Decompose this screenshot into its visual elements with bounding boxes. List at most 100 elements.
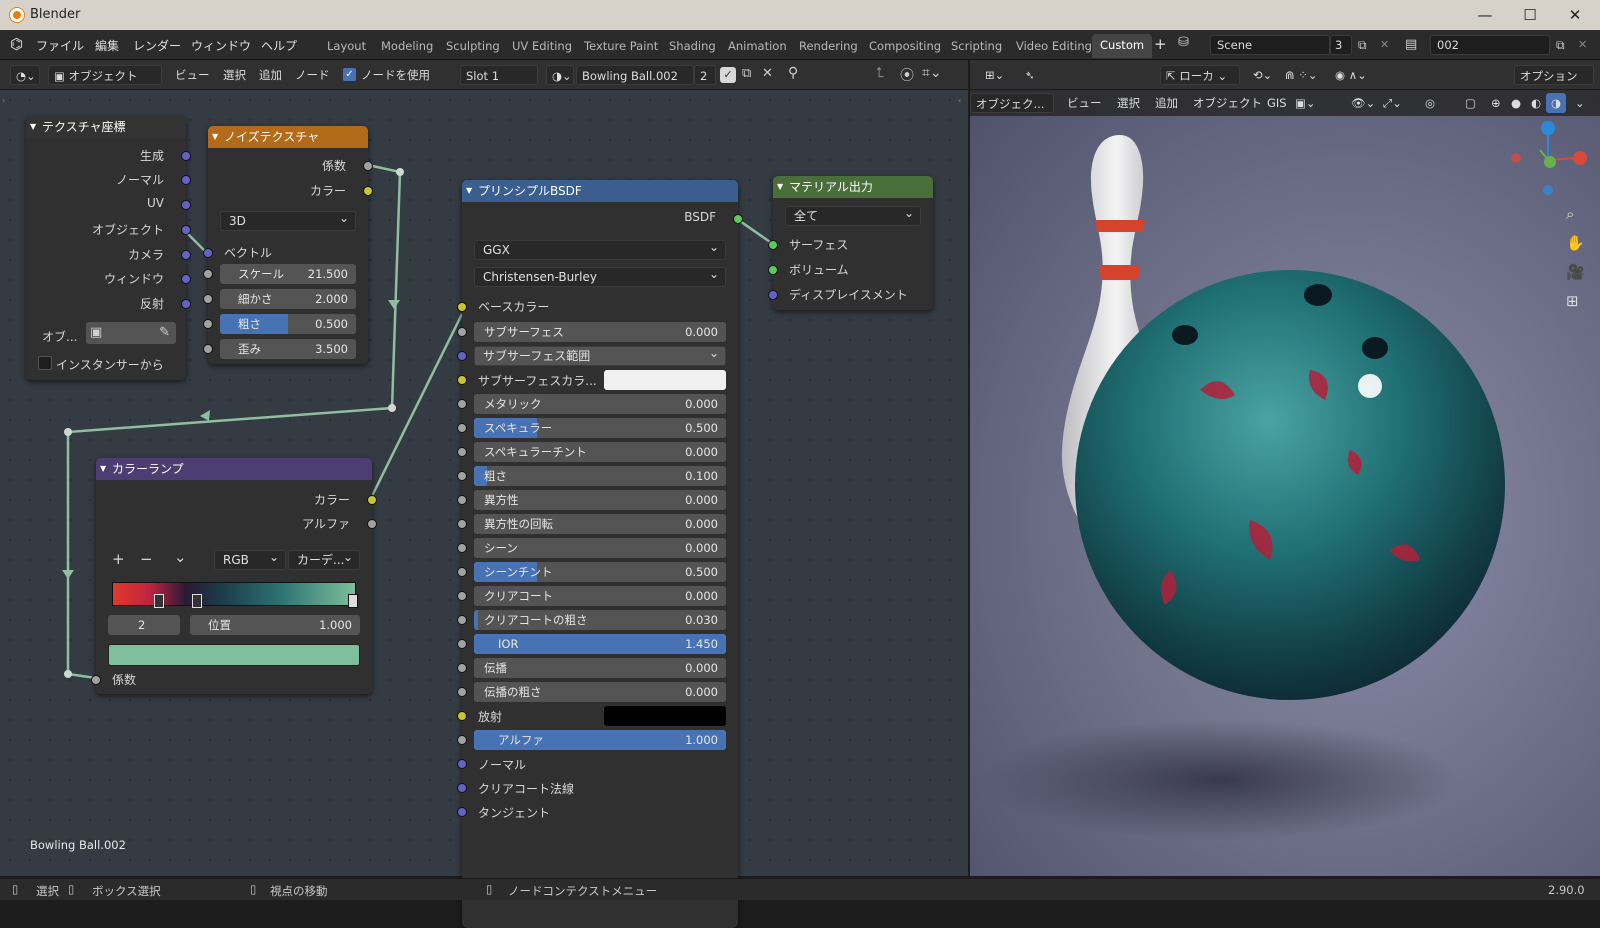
active-stop-index[interactable]: 2	[108, 615, 180, 635]
input-socket[interactable]	[457, 759, 467, 769]
node-material-output[interactable]: マテリアル出力 全て サーフェス ボリューム ディスプレイスメント	[768, 176, 933, 310]
bsdf-param-slider[interactable]: メタリック 0.000	[474, 394, 726, 414]
options-dropdown[interactable]: オプション	[1514, 65, 1594, 85]
input-socket[interactable]	[457, 447, 467, 457]
tab-layout[interactable]: Layout	[327, 39, 366, 53]
input-socket[interactable]	[457, 495, 467, 505]
pan-hand-icon[interactable]: ✋	[1566, 234, 1585, 252]
node-header[interactable]: マテリアル出力	[773, 176, 933, 198]
input-socket[interactable]	[457, 735, 467, 745]
add-stop-button[interactable]: +	[112, 550, 125, 568]
noise-param-slider[interactable]: スケール 21.500	[220, 264, 356, 284]
minimize-icon[interactable]: —	[1465, 4, 1505, 26]
output-socket[interactable]	[181, 250, 191, 260]
menu-render[interactable]: レンダー	[133, 37, 181, 54]
input-socket[interactable]	[457, 663, 467, 673]
menu-edit[interactable]: 編集	[95, 37, 119, 54]
use-nodes-checkbox[interactable]: ✓	[343, 68, 356, 81]
node-menu-node[interactable]: ノード	[290, 65, 335, 85]
snap-icon[interactable]: ⦿	[900, 65, 914, 85]
object-field[interactable]: ▣ ✎	[86, 322, 176, 344]
node-color-ramp[interactable]: カラーランプ カラー アルファ + − ⌄ RGB カーデ... 2 位置 1.0…	[91, 458, 377, 694]
output-socket[interactable]	[181, 274, 191, 284]
input-socket[interactable]	[203, 248, 213, 258]
delete-view-layer-icon[interactable]: ✕	[1578, 38, 1587, 51]
bsdf-param-slider[interactable]: サブサーフェス 0.000	[474, 322, 726, 342]
bsdf-param-slider[interactable]: スペキュラー 0.500	[474, 418, 726, 438]
subsurface-color-swatch[interactable]	[604, 370, 726, 390]
blender-menu-icon[interactable]: ⌬	[10, 35, 23, 53]
output-socket[interactable]	[733, 214, 743, 224]
input-socket[interactable]	[768, 265, 778, 275]
ortho-grid-icon[interactable]: ⊞	[1566, 292, 1579, 310]
bsdf-param-slider[interactable]: シーン 0.000	[474, 538, 726, 558]
solid-shading-icon[interactable]: ●	[1506, 93, 1526, 113]
bsdf-param-slider[interactable]: クリアコートの粗さ 0.030	[474, 610, 726, 630]
node-noise-texture[interactable]: ノイズテクスチャ 係数 カラー 3D ベクトル スケール 21.500 細かさ 2.0…	[203, 126, 373, 364]
pin-icon[interactable]: ⚲	[788, 65, 798, 81]
navigation-gizmo[interactable]	[1508, 120, 1588, 200]
bsdf-param-slider[interactable]: 粗さ 0.100	[474, 466, 726, 486]
node-principled-bsdf[interactable]: プリンシプルBSDF BSDF GGX Christensen-Burley ベ…	[457, 180, 743, 928]
slot-dropdown[interactable]: Slot 1	[460, 65, 538, 85]
alpha-slider[interactable]: アルファ 1.000	[474, 730, 726, 750]
input-socket[interactable]	[457, 519, 467, 529]
maximize-icon[interactable]: ☐	[1510, 4, 1550, 26]
proportional-edit-icon[interactable]: ◉ ∧⌄	[1330, 65, 1372, 85]
scene-icon[interactable]: ⛁	[1178, 35, 1189, 50]
node-menu-view[interactable]: ビュー	[170, 65, 215, 85]
emission-color-swatch[interactable]	[604, 706, 726, 726]
ramp-stop-handle[interactable]	[348, 594, 358, 608]
view-layer-field[interactable]: 002	[1430, 35, 1550, 55]
input-socket[interactable]	[457, 399, 467, 409]
editor-type-icon[interactable]: ◔⌄	[10, 65, 40, 85]
input-socket[interactable]	[457, 615, 467, 625]
toolbar-expand-icon[interactable]: ›	[2, 96, 5, 105]
pivot-icon[interactable]: ⟲⌄	[1248, 65, 1277, 85]
viewport-menu-gis[interactable]: GIS	[1262, 93, 1292, 113]
transform-orientation-dropdown[interactable]: ⇱ ローカ ⌄	[1160, 65, 1240, 85]
input-socket[interactable]	[457, 302, 467, 312]
select-tool-icon[interactable]: ➴	[1020, 65, 1040, 85]
input-socket[interactable]	[457, 711, 467, 721]
output-socket[interactable]	[367, 495, 377, 505]
ramp-menu-button[interactable]: ⌄	[174, 548, 187, 566]
shading-options-icon[interactable]: ⌄	[1570, 93, 1590, 113]
camera-view-icon[interactable]: 🎥	[1566, 263, 1585, 281]
input-socket[interactable]	[203, 269, 213, 279]
instancer-checkbox[interactable]	[38, 356, 52, 370]
wireframe-shading-icon[interactable]: ⊕	[1486, 93, 1506, 113]
gis-dropdown-icon[interactable]: ▣⌄	[1290, 93, 1321, 113]
sidebar-expand-icon[interactable]: ‹	[958, 96, 961, 105]
dimensions-dropdown[interactable]: 3D	[220, 209, 356, 231]
node-menu-select[interactable]: 選択	[218, 65, 251, 85]
color-ramp-gradient[interactable]	[112, 582, 356, 606]
input-socket[interactable]	[203, 319, 213, 329]
input-socket[interactable]	[768, 290, 778, 300]
input-socket[interactable]	[457, 591, 467, 601]
shader-type-dropdown[interactable]: ▣ オブジェクト	[48, 65, 162, 85]
node-editor-canvas[interactable]: テクスチャ座標 生成 ノーマル UV オブジェクト カメラ ウィンドウ 反射 オ…	[0, 90, 968, 928]
input-socket[interactable]	[457, 687, 467, 697]
output-socket[interactable]	[181, 225, 191, 235]
distribution-dropdown[interactable]: GGX	[474, 238, 726, 260]
duplicate-material-icon[interactable]: ⧉	[742, 66, 751, 81]
tab-sculpting[interactable]: Sculpting	[446, 39, 500, 53]
fake-user-shield-icon[interactable]: ✓	[720, 67, 736, 83]
parent-node-icon[interactable]: ⮤	[876, 65, 884, 81]
visibility-icon[interactable]: 👁⌄	[1346, 93, 1380, 113]
node-header[interactable]: ノイズテクスチャ	[208, 126, 368, 148]
input-socket[interactable]	[457, 471, 467, 481]
eyedropper-icon[interactable]: ✎	[159, 322, 170, 344]
output-socket[interactable]	[181, 151, 191, 161]
tab-shading[interactable]: Shading	[669, 39, 716, 53]
menu-file[interactable]: ファイル	[36, 37, 84, 54]
output-socket[interactable]	[363, 161, 373, 171]
menu-window[interactable]: ウィンドウ	[191, 37, 251, 54]
render-target-dropdown[interactable]: 全て	[785, 204, 921, 226]
input-socket[interactable]	[457, 351, 467, 361]
view-layer-icon[interactable]: ▤	[1405, 37, 1417, 52]
subsurface-method-dropdown[interactable]: Christensen-Burley	[474, 265, 726, 287]
material-name-field[interactable]: Bowling Ball.002	[576, 65, 694, 85]
remove-stop-button[interactable]: −	[140, 550, 153, 568]
